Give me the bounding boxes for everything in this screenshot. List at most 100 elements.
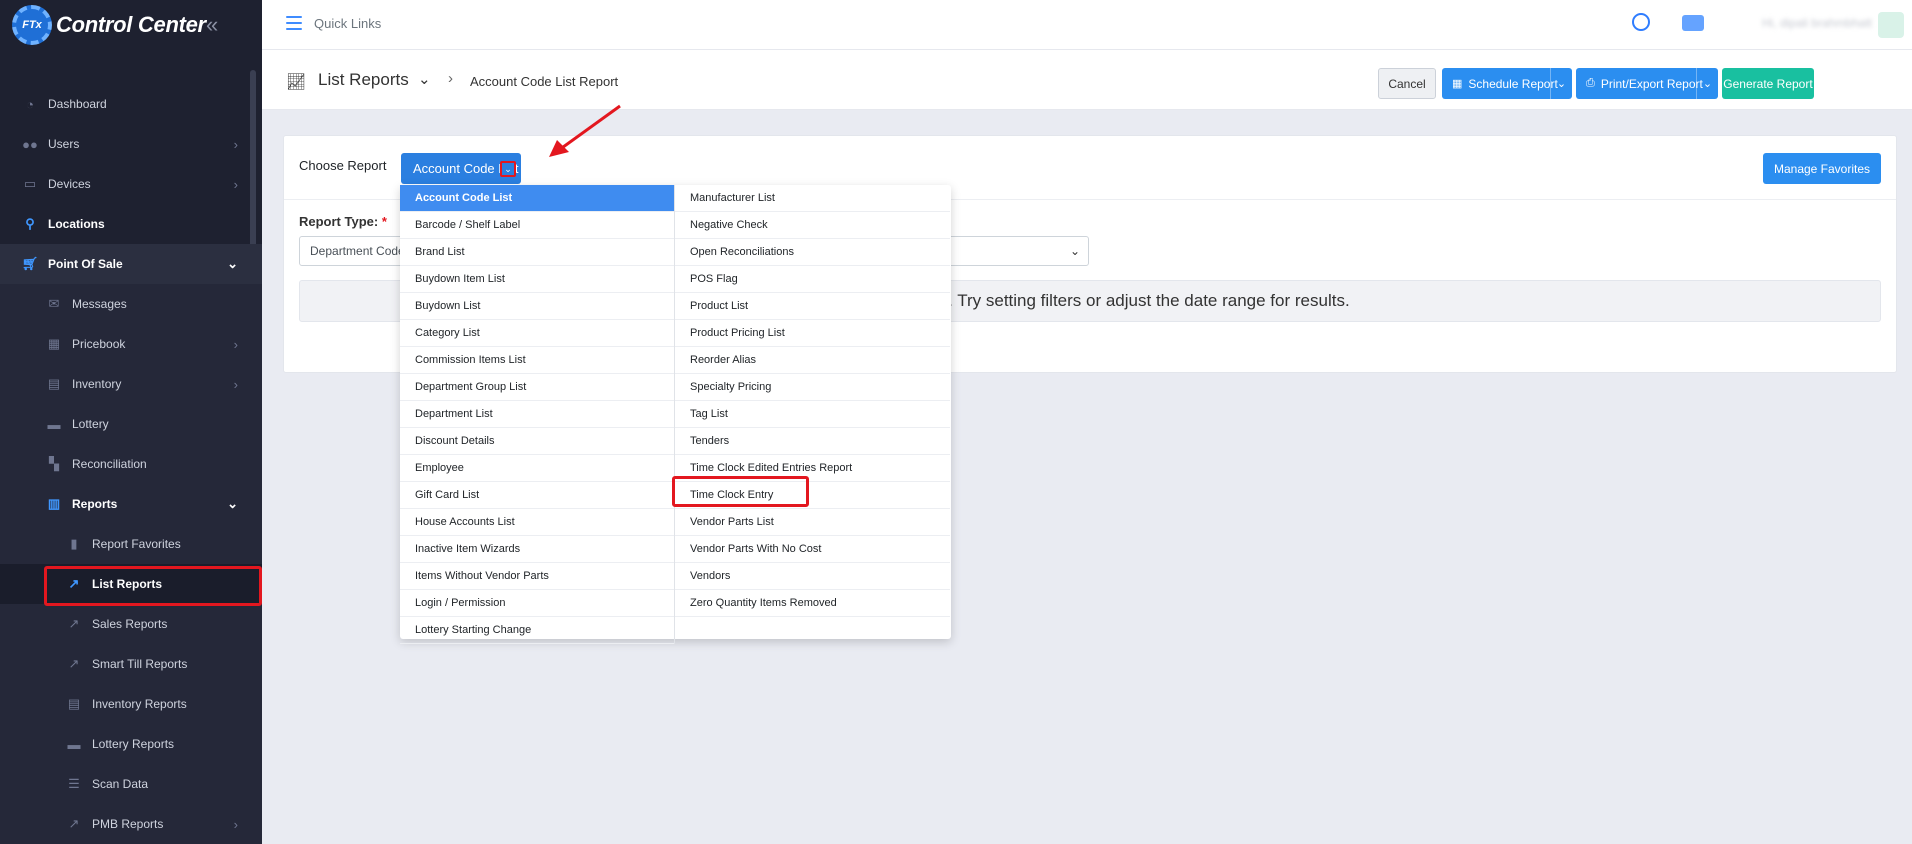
- dropdown-item[interactable]: Reorder Alias: [675, 347, 950, 374]
- chevron-down-icon: ⌄: [227, 496, 238, 511]
- breadcrumb-separator-icon: ›: [448, 70, 453, 87]
- dropdown-item[interactable]: Department List: [400, 401, 674, 428]
- dropdown-item[interactable]: Category List: [400, 320, 674, 347]
- dropdown-empty-cell: [675, 617, 950, 644]
- sidebar-item-users[interactable]: ●● Users ›: [0, 124, 262, 164]
- inventory-icon: ▤: [47, 376, 61, 391]
- dropdown-item[interactable]: Specialty Pricing: [675, 374, 950, 401]
- sidebar-item-dashboard[interactable]: ◔ Dashboard: [0, 84, 262, 124]
- avatar[interactable]: [1878, 12, 1904, 38]
- chevron-down-icon: ⌄: [1069, 244, 1080, 258]
- sidebar-item-lottery-reports[interactable]: ▬ Lottery Reports: [0, 724, 262, 764]
- dropdown-item[interactable]: Discount Details: [400, 428, 674, 455]
- hamburger-menu-icon[interactable]: [286, 16, 302, 34]
- choose-report-label: Choose Report: [299, 158, 387, 173]
- dropdown-item[interactable]: Zero Quantity Items Removed: [675, 590, 950, 617]
- dropdown-item[interactable]: Vendors: [675, 563, 950, 590]
- sidebar-item-lottery[interactable]: ▬ Lottery: [0, 404, 262, 444]
- sidebar-item-point-of-sale[interactable]: 🛒︎ Point Of Sale ⌄: [0, 244, 262, 284]
- dropdown-item[interactable]: Tenders: [675, 428, 950, 455]
- inventory-icon: ▤: [67, 696, 81, 711]
- collapse-sidebar-icon[interactable]: «: [206, 12, 218, 38]
- dropdown-item[interactable]: Product List: [675, 293, 950, 320]
- search-icon[interactable]: [1632, 13, 1650, 31]
- dropdown-item[interactable]: Department Group List: [400, 374, 674, 401]
- sidebar-item-label: Users: [48, 137, 80, 151]
- dropdown-item[interactable]: Brand List: [400, 239, 674, 266]
- sidebar-item-messages[interactable]: ✉ Messages: [0, 284, 262, 324]
- sidebar-item-label: Reconciliation: [72, 457, 147, 471]
- sidebar-item-label: Locations: [48, 217, 105, 231]
- breadcrumb-list-reports[interactable]: List Reports: [318, 70, 409, 90]
- chevron-down-icon[interactable]: ⌄: [418, 70, 431, 88]
- chevron-down-icon[interactable]: ⌄: [500, 161, 516, 177]
- line-chart-icon: ↗: [68, 816, 80, 831]
- dropdown-item[interactable]: Account Code List: [400, 185, 674, 212]
- top-bar: Quick Links Hi, dipali brahmbhatt: [262, 0, 1912, 50]
- dropdown-item[interactable]: Login / Permission: [400, 590, 674, 617]
- print-export-report-button[interactable]: ⎙ Print/Export Report ⌄: [1576, 68, 1718, 99]
- sidebar-item-label: Smart Till Reports: [92, 657, 188, 671]
- sidebar-item-smart-till-reports[interactable]: ↗ Smart Till Reports: [0, 644, 262, 684]
- app-title: Control Center: [56, 12, 206, 37]
- sidebar-item-reconciliation[interactable]: ▚ Reconciliation: [0, 444, 262, 484]
- choose-report-dropdown-button[interactable]: Account Code List ⌄: [401, 153, 521, 184]
- chevron-down-icon[interactable]: ⌄: [1550, 68, 1572, 99]
- schedule-report-button[interactable]: ▦ Schedule Report ⌄: [1442, 68, 1572, 99]
- users-icon: ●●: [22, 136, 38, 152]
- dropdown-item[interactable]: House Accounts List: [400, 509, 674, 536]
- dropdown-item[interactable]: Tag List: [675, 401, 950, 428]
- dropdown-item[interactable]: Items Without Vendor Parts: [400, 563, 674, 590]
- sidebar-item-label: Reports: [72, 497, 118, 511]
- dropdown-item[interactable]: Gift Card List: [400, 482, 674, 509]
- sidebar: FTx Control Center « ◔ Dashboard ●● User…: [0, 0, 262, 844]
- sidebar-item-label: Scan Data: [92, 777, 149, 791]
- sidebar-item-inventory[interactable]: ▤ Inventory ›: [0, 364, 262, 404]
- generate-report-button[interactable]: Generate Report: [1722, 68, 1814, 99]
- dropdown-item[interactable]: Vendor Parts With No Cost: [675, 536, 950, 563]
- sidebar-item-sales-reports[interactable]: ↗ Sales Reports: [0, 604, 262, 644]
- sidebar-item-pmb-reports[interactable]: ↗ PMB Reports ›: [0, 804, 262, 844]
- sidebar-item-locations[interactable]: ⚲ Locations: [0, 204, 262, 244]
- quick-links-link[interactable]: Quick Links: [314, 16, 381, 31]
- sidebar-item-label: Messages: [72, 297, 127, 311]
- sidebar-item-label: Devices: [48, 177, 91, 191]
- line-chart-icon: 📈︎: [286, 74, 307, 91]
- cancel-button[interactable]: Cancel: [1378, 68, 1436, 99]
- dropdown-item[interactable]: Negative Check: [675, 212, 950, 239]
- sidebar-item-scan-data[interactable]: ☰ Scan Data: [0, 764, 262, 804]
- sidebar-item-devices[interactable]: ▭ Devices ›: [0, 164, 262, 204]
- dropdown-item[interactable]: Inactive Item Wizards: [400, 536, 674, 563]
- chevron-right-icon: ›: [233, 376, 238, 392]
- dropdown-item[interactable]: Buydown List: [400, 293, 674, 320]
- sidebar-item-inventory-reports[interactable]: ▤ Inventory Reports: [0, 684, 262, 724]
- dropdown-item[interactable]: Product Pricing List: [675, 320, 950, 347]
- dropdown-item[interactable]: Buydown Item List: [400, 266, 674, 293]
- dropdown-item[interactable]: Manufacturer List: [675, 185, 950, 212]
- dropdown-item[interactable]: POS Flag: [675, 266, 950, 293]
- sidebar-item-pricebook[interactable]: ▦ Pricebook ›: [0, 324, 262, 364]
- dropdown-item[interactable]: Commission Items List: [400, 347, 674, 374]
- chevron-right-icon: ›: [233, 336, 238, 352]
- sidebar-item-label: Dashboard: [48, 97, 107, 111]
- logo[interactable]: FTx Control Center: [0, 0, 262, 50]
- sidebar-item-report-favorites[interactable]: ▮ Report Favorites: [0, 524, 262, 564]
- dropdown-item[interactable]: Employee: [400, 455, 674, 482]
- manage-favorites-button[interactable]: Manage Favorites: [1763, 153, 1881, 184]
- chat-icon[interactable]: [1682, 15, 1704, 31]
- user-greeting[interactable]: Hi, dipali brahmbhatt: [1762, 16, 1872, 30]
- sidebar-item-label: Point Of Sale: [48, 257, 123, 271]
- sidebar-item-reports[interactable]: ▥ Reports ⌄: [0, 484, 262, 524]
- dropdown-item[interactable]: Open Reconciliations: [675, 239, 950, 266]
- dropdown-item[interactable]: Lottery Starting Change: [400, 617, 674, 644]
- chevron-right-icon: ›: [233, 176, 238, 192]
- messages-icon: ✉: [48, 296, 60, 311]
- printer-icon: ⎙: [1586, 77, 1595, 89]
- reconciliation-icon: ▚: [49, 456, 59, 471]
- breadcrumb-current: Account Code List Report: [470, 74, 619, 89]
- chevron-down-icon[interactable]: ⌄: [1696, 68, 1718, 99]
- chevron-down-icon: ⌄: [227, 256, 238, 271]
- dropdown-item[interactable]: Barcode / Shelf Label: [400, 212, 674, 239]
- dropdown-item[interactable]: Vendor Parts List: [675, 509, 950, 536]
- line-chart-icon: ↗: [68, 656, 80, 671]
